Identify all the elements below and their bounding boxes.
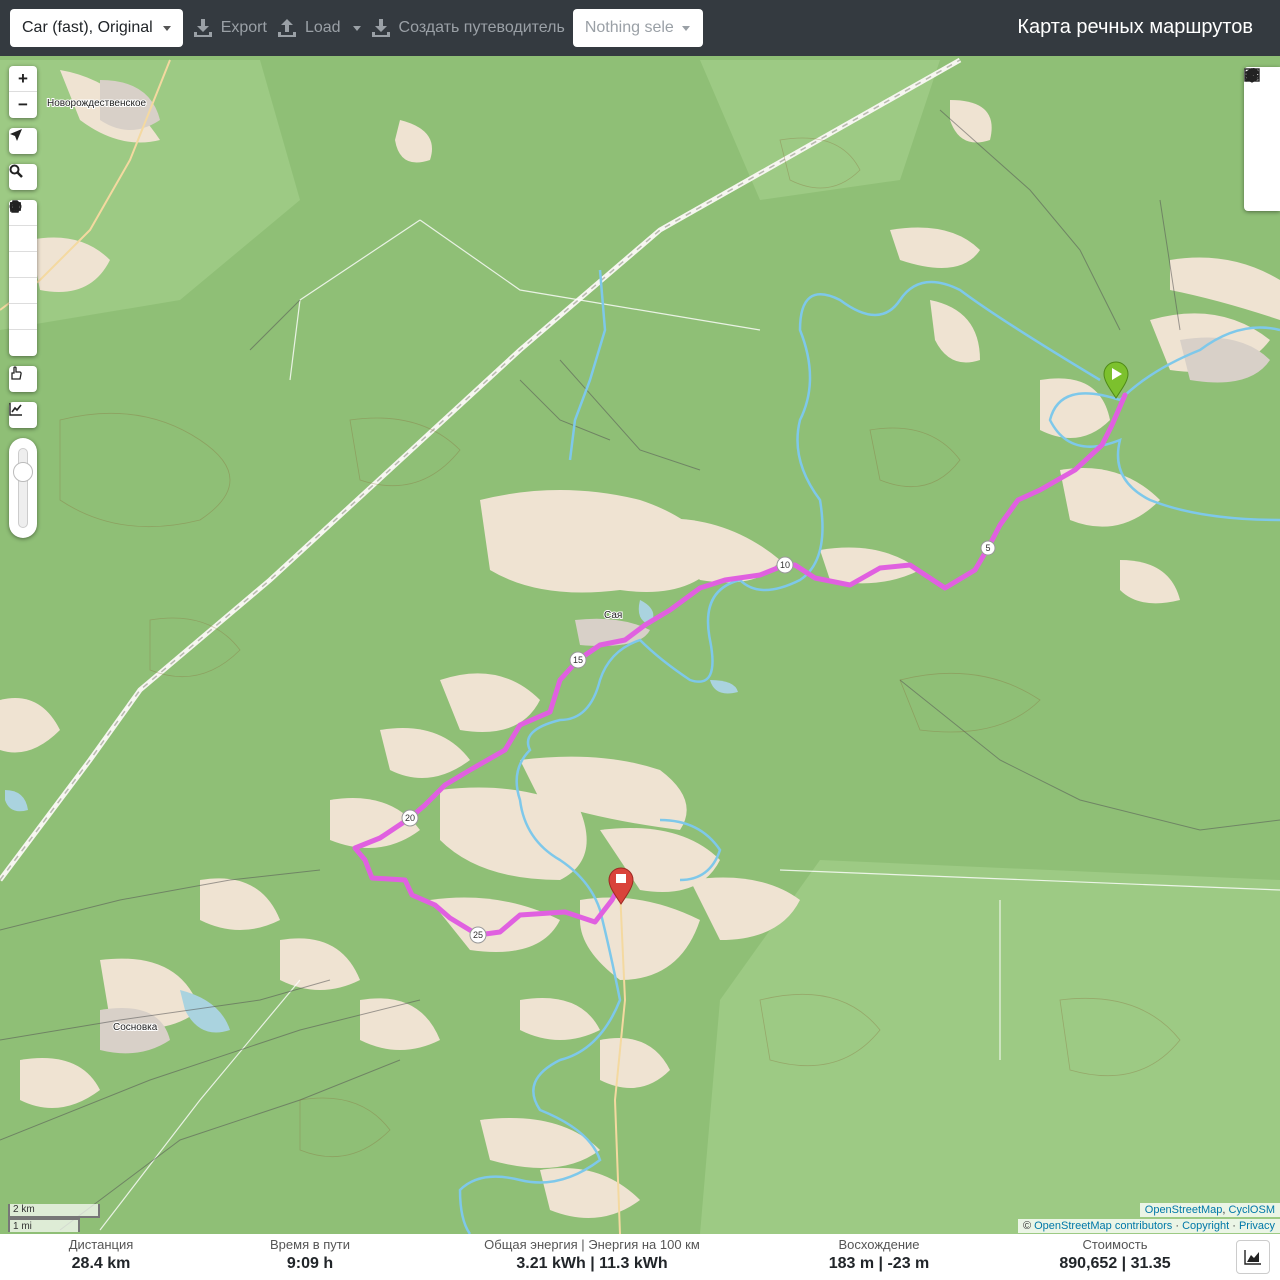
km-marker-15: 15 [569,651,587,669]
load-label: Load [304,19,341,36]
elevation-chart-button[interactable] [1236,1240,1270,1274]
pie-chart-icon [1246,68,1259,81]
elevation-toggle-button[interactable] [9,402,37,428]
map-canvas[interactable]: 5 10 15 20 25 Новорождественское Сая Сос… [0,56,1280,1234]
attribution-separator: · [1229,1220,1239,1232]
locate-control [9,128,37,154]
openstreetmap-link[interactable]: OpenStreetMap [1145,1204,1223,1216]
tile-attribution: OpenStreetMap, CyclOSM [1139,1203,1280,1217]
search-control [9,164,37,190]
km-marker-20: 20 [401,809,419,827]
right-toolbar [1244,67,1280,211]
stat-label: Общая энергия | Энергия на 100 км [484,1237,700,1252]
stat-label: Стоимость [1082,1237,1148,1252]
zoom-in-button[interactable]: + [9,66,37,92]
feedback-control [9,366,37,392]
profile-dropdown[interactable]: Car (fast), Original [10,9,183,47]
export-label: Export [220,19,267,36]
search-icon [9,164,23,178]
upload-icon [277,19,296,37]
zoom-control: + − [9,66,37,118]
copyright-symbol: © [1022,1220,1035,1232]
slider-thumb[interactable] [13,462,33,482]
app-title: Карта речных маршрутов [1017,16,1253,38]
route-stats-bar: Дистанция 28.4 km Время в пути 9:09 h Об… [0,1234,1280,1280]
place-label-saya: Сая [604,610,622,621]
place-label-novorozhdestvenskoe: Новорождественское [47,98,147,109]
stat-value: 3.21 kWh | 11.3 kWh [516,1255,668,1272]
place-label-sosnovka: Сосновка [113,1022,158,1033]
load-dropdown[interactable]: Load [277,9,361,47]
km-marker-10: 10 [776,556,794,574]
draw-toolbar [9,200,37,356]
scale-metric: 2 km [8,1204,100,1218]
trash-icon [10,200,20,213]
selection-placeholder: Nothing sele [584,19,674,36]
hand-pointer-icon [11,366,22,380]
km-marker-label: 15 [573,655,583,665]
poi-button[interactable] [9,201,37,330]
chevron-down-icon [681,25,690,31]
stat-label: Время в пути [270,1237,350,1252]
line-chart-icon [9,403,22,416]
download-icon [193,19,212,37]
osm-contributors-link[interactable]: OpenStreetMap contributors [1034,1220,1172,1232]
feedback-button[interactable] [9,366,37,392]
copyright-link[interactable]: Copyright [1182,1220,1229,1232]
delete-route-button[interactable] [9,200,37,356]
km-marker-label: 20 [405,813,415,823]
profile-label: Car (fast), Original [22,19,153,36]
stat-time: Время в пути 9:09 h [230,1237,390,1273]
attribution-separator: · [1172,1220,1183,1232]
table-view-button[interactable] [1244,68,1280,175]
scale-bar: 2 km 1 mi [8,1204,100,1232]
stat-value: 9:09 h [286,1255,334,1272]
stat-value: 890,652 | 31.35 [1059,1255,1171,1272]
stat-energy: Общая энергия | Энергия на 100 км 3.21 k… [470,1237,714,1273]
create-guide-button[interactable]: Создать путеводитель [371,9,565,47]
export-button[interactable]: Export [193,9,267,47]
chevron-down-icon [162,25,171,31]
map-attribution: © OpenStreetMap contributors · Copyright… [1017,1219,1280,1233]
km-marker-label: 10 [780,560,790,570]
location-arrow-icon [10,129,22,141]
search-button[interactable] [9,164,37,190]
stat-label: Восхождение [838,1237,920,1252]
scale-imperial: 1 mi [8,1218,80,1232]
chevron-down-icon [352,25,361,31]
nogo-area-button[interactable] [9,200,37,278]
stat-cost: Стоимость 890,652 | 31.35 [1040,1237,1190,1273]
map-tiles: 5 10 15 20 25 Новорождественское Сая Сос… [0,56,1280,1234]
stat-value: 183 m | -23 m [828,1255,930,1272]
privacy-link[interactable]: Privacy [1239,1220,1275,1232]
elevation-control [9,402,37,428]
stat-ascent: Восхождение 183 m | -23 m [800,1237,958,1273]
area-chart-icon [1244,1250,1261,1265]
top-navbar: Car (fast), Original Export Load Создать… [0,0,1280,56]
km-marker-label: 5 [985,543,990,553]
circle-tool-button[interactable] [9,200,37,304]
km-marker-25: 25 [469,926,487,944]
opacity-slider[interactable] [9,438,37,538]
cyclosm-link[interactable]: CyclOSM [1229,1204,1275,1216]
stat-value: 28.4 km [71,1255,131,1272]
slider-track [18,448,28,528]
locate-button[interactable] [9,128,37,154]
km-marker-label: 25 [473,930,483,940]
reverse-route-button[interactable] [9,202,37,252]
selection-dropdown[interactable]: Nothing sele [572,9,703,47]
create-guide-label: Создать путеводитель [398,19,565,36]
stat-distance: Дистанция 28.4 km [40,1237,162,1273]
zoom-out-button[interactable]: − [9,92,37,118]
km-marker-5: 5 [980,540,996,556]
settings-button[interactable] [1244,68,1280,139]
download-icon [371,19,390,37]
stat-label: Дистанция [68,1237,134,1252]
analysis-button[interactable] [1244,68,1280,211]
